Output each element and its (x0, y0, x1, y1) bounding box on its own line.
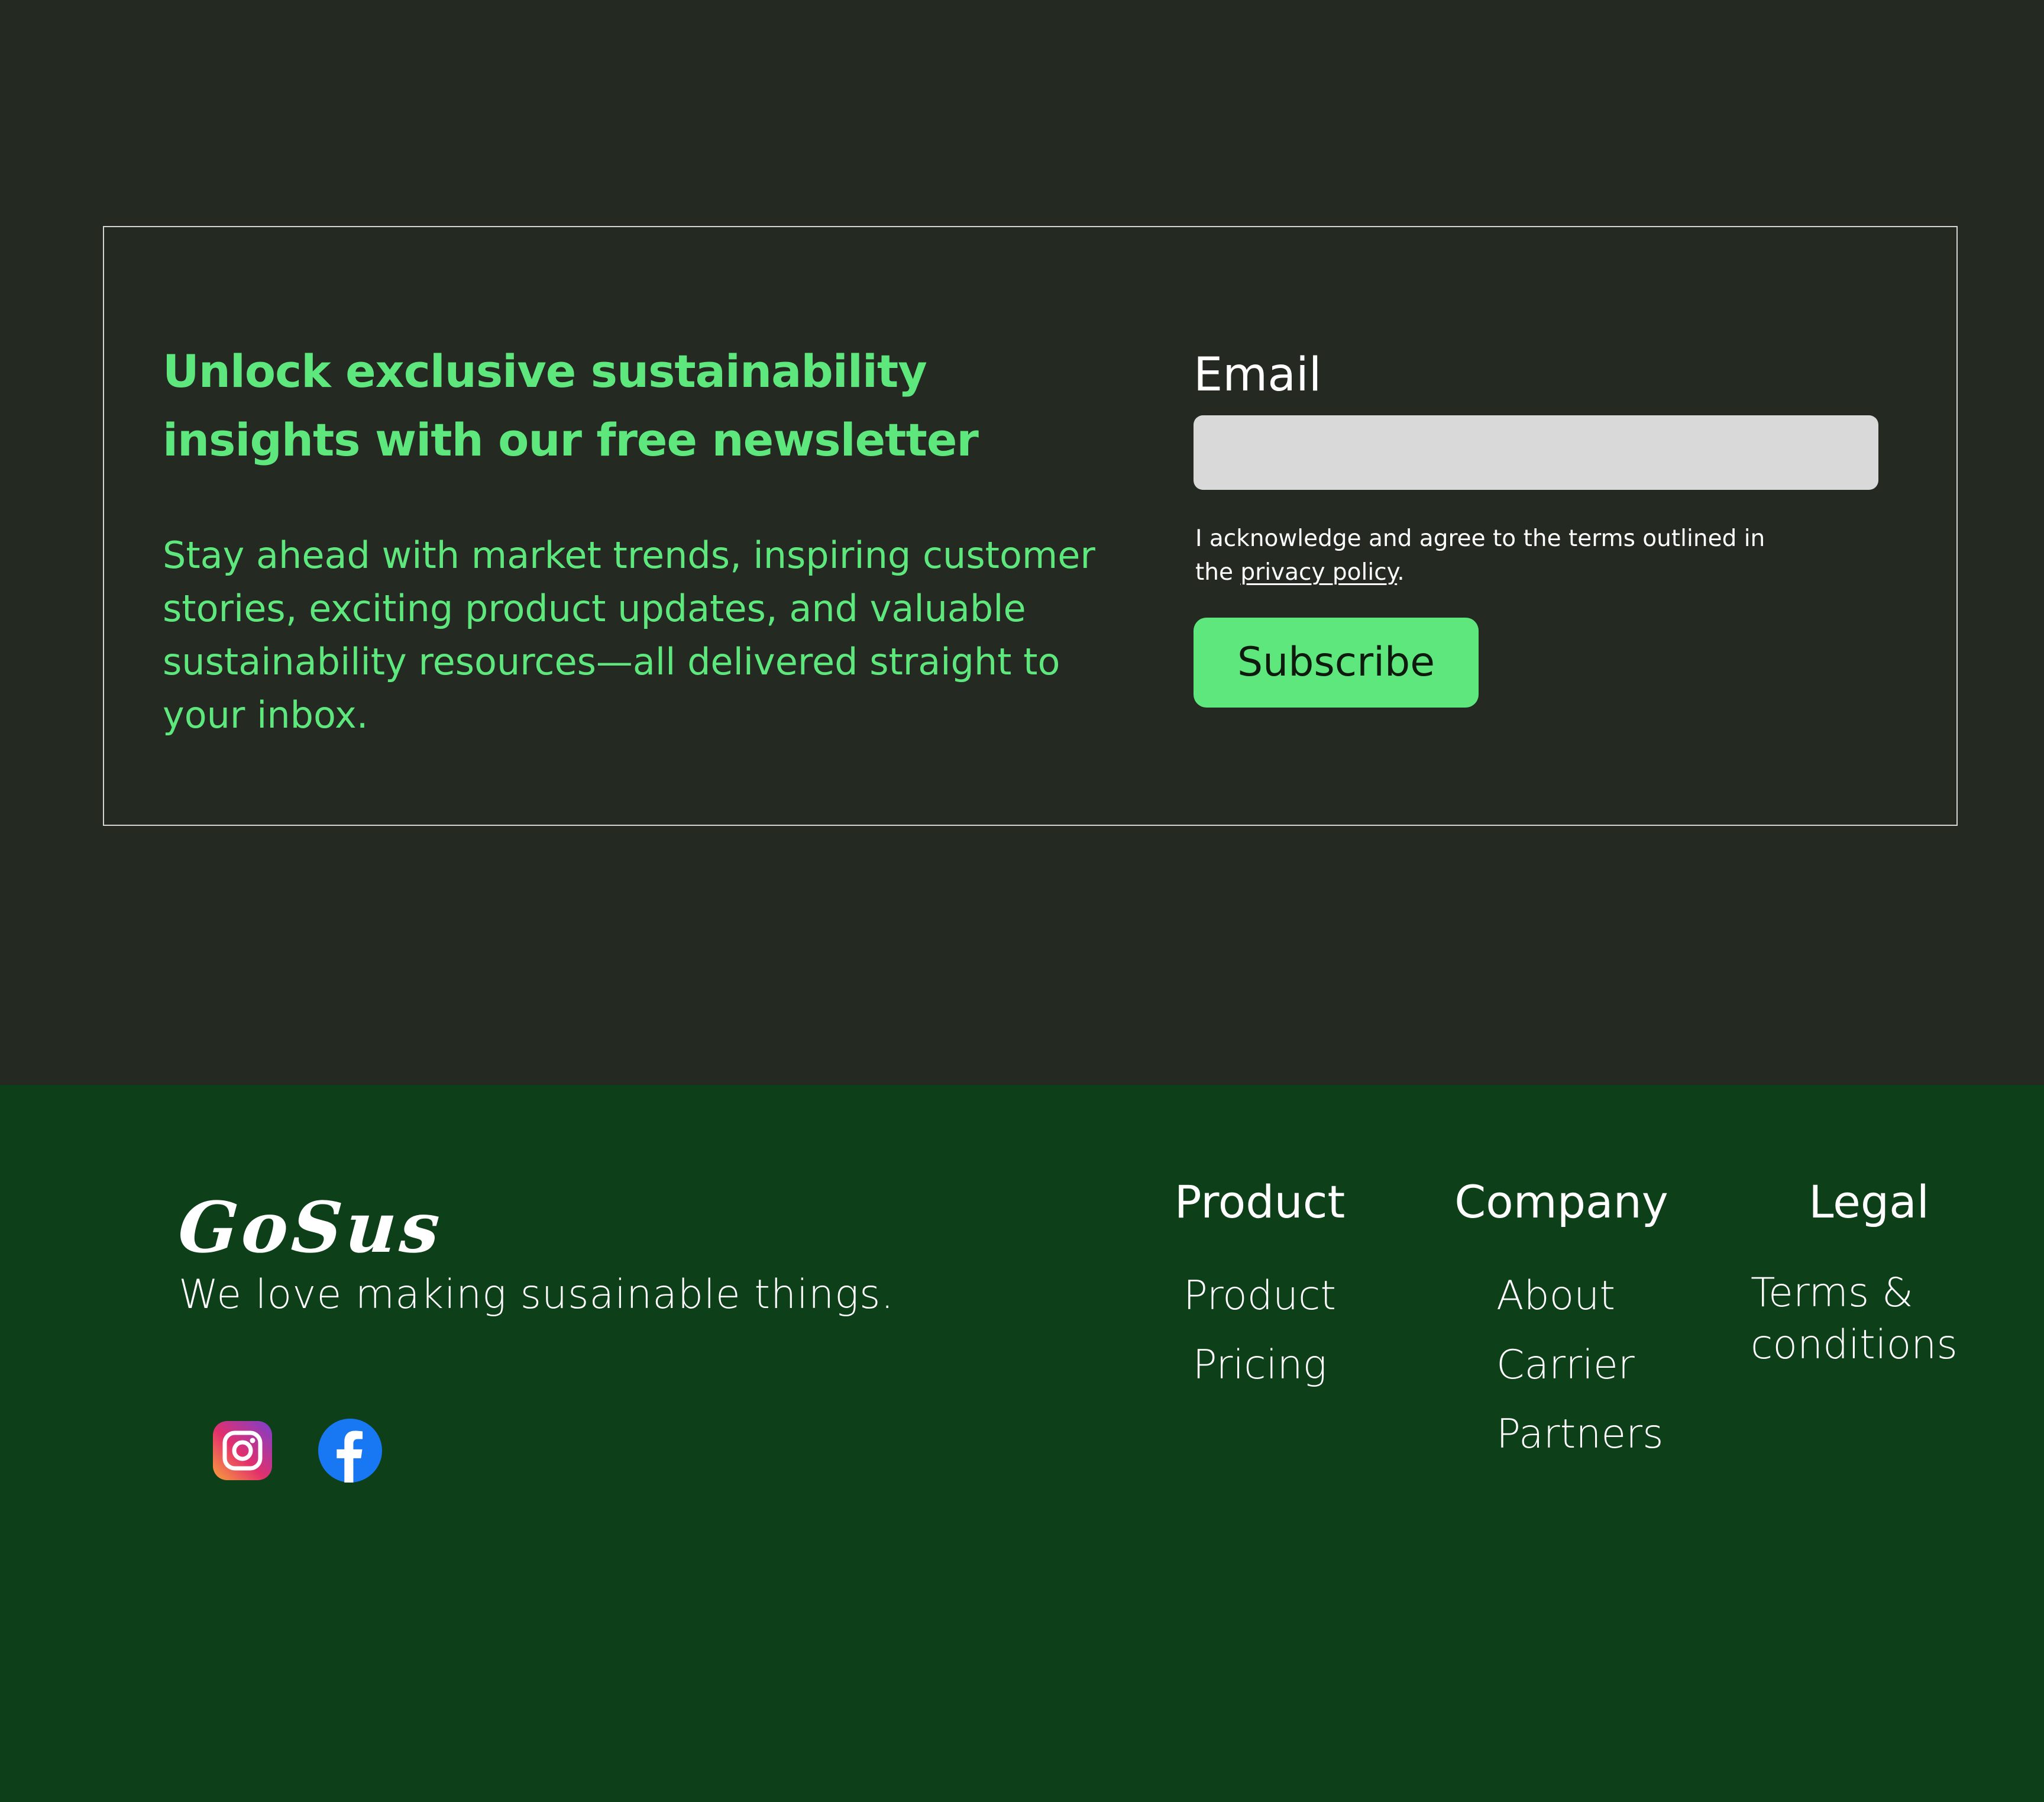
consent-text: I acknowledge and agree to the terms out… (1195, 522, 1787, 589)
footer-link-partners[interactable]: Partners (1496, 1400, 1680, 1469)
facebook-icon[interactable] (318, 1419, 382, 1483)
footer-column-legal: Legal Terms & conditions (1751, 1173, 1987, 1371)
newsletter-card: Unlock exclusive sustainability insights… (103, 226, 1958, 826)
footer-column-title: Company (1454, 1176, 1668, 1228)
footer-column-product: Product Product Pricing (1159, 1173, 1360, 1400)
footer-links: Terms & conditions (1751, 1267, 1987, 1371)
footer-column-title: Product (1174, 1176, 1346, 1228)
footer-links: Product Pricing (1159, 1261, 1360, 1400)
brand-tagline: We love making susainable things. (179, 1271, 894, 1318)
email-label: Email (1194, 348, 1322, 402)
subscribe-button[interactable]: Subscribe (1194, 618, 1479, 708)
email-input[interactable] (1194, 415, 1878, 490)
footer-link-terms[interactable]: Terms & conditions (1751, 1267, 1975, 1371)
footer-links: About Carrier Partners (1443, 1261, 1680, 1469)
footer-link-product[interactable]: Product (1159, 1261, 1360, 1330)
newsletter-description: Stay ahead with market trends, inspiring… (163, 534, 1095, 737)
consent-suffix: . (1397, 559, 1405, 586)
footer-link-pricing[interactable]: Pricing (1159, 1330, 1360, 1400)
footer-column-title: Legal (1809, 1176, 1929, 1228)
instagram-icon[interactable] (213, 1421, 272, 1480)
footer: GoSus We love making susainable things. … (0, 1085, 2044, 1802)
footer-column-company: Company About Carrier Partners (1443, 1173, 1680, 1469)
brand-logo[interactable]: GoSus (176, 1186, 446, 1268)
footer-link-carrier[interactable]: Carrier (1496, 1330, 1680, 1400)
newsletter-section: Unlock exclusive sustainability insights… (0, 0, 2044, 1085)
newsletter-heading: Unlock exclusive sustainability insights… (163, 345, 979, 466)
privacy-policy-link[interactable]: privacy policy (1240, 559, 1397, 586)
footer-link-about[interactable]: About (1496, 1261, 1680, 1330)
